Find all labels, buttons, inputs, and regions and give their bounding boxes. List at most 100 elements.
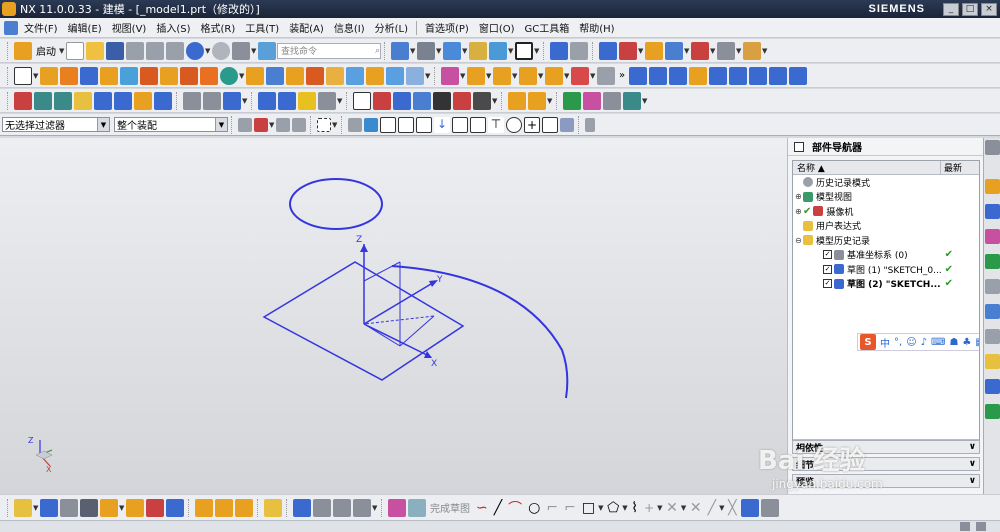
command-search-input[interactable]: 查找命令 ⌕ bbox=[277, 42, 381, 59]
line-icon[interactable]: ╱ bbox=[491, 499, 505, 517]
chamfer-icon[interactable] bbox=[266, 66, 284, 85]
sync-dropdown-icon[interactable]: ▼ bbox=[460, 67, 466, 85]
menu-toggle-icon[interactable] bbox=[4, 20, 18, 35]
draft-icon[interactable] bbox=[306, 66, 324, 85]
profile-icon[interactable]: ∽ bbox=[473, 499, 491, 517]
attribute-icon[interactable] bbox=[298, 91, 316, 110]
fit-view-icon[interactable] bbox=[391, 41, 409, 60]
delete-face-icon[interactable] bbox=[493, 66, 511, 85]
mirror-assembly-icon[interactable] bbox=[126, 498, 144, 517]
finish-sketch-button[interactable]: 完成草图 bbox=[427, 499, 473, 517]
groove-feature-icon[interactable] bbox=[140, 66, 158, 85]
tree-row-cameras[interactable]: ⊕ ✔ 摄像机 bbox=[793, 204, 979, 219]
toolbar-grip[interactable] bbox=[7, 66, 10, 85]
trim-sheet-icon[interactable] bbox=[729, 66, 748, 85]
orient-view-icon[interactable] bbox=[489, 41, 507, 60]
snap-bounded-icon[interactable] bbox=[560, 117, 574, 132]
make-corner-icon[interactable] bbox=[740, 498, 759, 517]
shell-icon[interactable] bbox=[286, 66, 304, 85]
maximize-button[interactable]: □ bbox=[962, 2, 978, 16]
toolbar-grip[interactable] bbox=[341, 115, 344, 134]
through-curves-icon[interactable] bbox=[649, 66, 668, 85]
fit-symbol-icon[interactable] bbox=[473, 91, 491, 110]
toolbar-grip[interactable] bbox=[384, 41, 387, 60]
hd3d-tools-icon[interactable] bbox=[985, 279, 1000, 294]
fit-symbol-dropdown-icon[interactable]: ▼ bbox=[492, 92, 498, 110]
hide-icon[interactable] bbox=[74, 91, 92, 110]
fit-dropdown-icon[interactable]: ▼ bbox=[410, 42, 416, 60]
rotate-dropdown-icon[interactable]: ▼ bbox=[436, 42, 442, 60]
tree-row-sketch-2[interactable]: ✓ 草图 (2) "SKETCH... ✔ bbox=[793, 277, 979, 292]
move-object-icon[interactable] bbox=[691, 41, 709, 60]
rectangle-select-icon[interactable] bbox=[317, 117, 331, 132]
show-hide-icon[interactable] bbox=[114, 91, 132, 110]
measure-length-icon[interactable] bbox=[223, 91, 241, 110]
tree-row-user-expressions[interactable]: 用户表达式 bbox=[793, 219, 979, 234]
minimize-button[interactable]: _ bbox=[943, 2, 959, 16]
orient-dropdown-icon[interactable]: ▼ bbox=[508, 42, 514, 60]
wave-link-icon[interactable] bbox=[235, 498, 253, 517]
ergonomics-icon[interactable] bbox=[623, 91, 641, 110]
undo-icon[interactable] bbox=[186, 41, 204, 60]
block-icon[interactable] bbox=[406, 66, 424, 85]
hole-feature-icon[interactable] bbox=[80, 66, 98, 85]
snap-quadrant-icon[interactable]: ⊤ bbox=[488, 116, 504, 133]
selection-scope-select[interactable]: 整个装配 ▼ bbox=[114, 117, 228, 132]
general-select-icon[interactable] bbox=[238, 117, 252, 132]
wave-geometry-icon[interactable] bbox=[14, 91, 32, 110]
expand-icon[interactable]: ⊕ bbox=[795, 207, 803, 216]
x-axis[interactable] bbox=[363, 323, 432, 358]
resize-blend-icon[interactable] bbox=[545, 66, 563, 85]
menu-file[interactable]: 文件(F) bbox=[19, 20, 63, 35]
combine-icon[interactable] bbox=[200, 66, 218, 85]
reference-set-icon[interactable] bbox=[80, 498, 98, 517]
sew-icon[interactable] bbox=[769, 66, 788, 85]
punctuation-icon[interactable]: °, bbox=[894, 337, 902, 348]
triangle-pmi-icon[interactable] bbox=[353, 91, 371, 110]
layer-dropdown-icon[interactable]: ▼ bbox=[762, 42, 768, 60]
ime-language-label[interactable]: 中 bbox=[880, 335, 890, 350]
snap-center-icon[interactable] bbox=[506, 116, 522, 133]
constraints-icon[interactable] bbox=[760, 498, 779, 517]
menu-insert[interactable]: 插入(S) bbox=[151, 20, 195, 35]
block-dropdown-icon[interactable]: ▼ bbox=[425, 67, 431, 85]
revolve-feature-icon[interactable] bbox=[60, 66, 78, 85]
column-latest-header[interactable]: 最新 bbox=[941, 161, 962, 174]
toolbar-grip[interactable] bbox=[188, 498, 191, 517]
split-body-icon[interactable] bbox=[346, 66, 364, 85]
roles-icon[interactable] bbox=[985, 379, 1000, 394]
select-sheet-icon[interactable] bbox=[364, 117, 378, 132]
visibility-checkbox[interactable]: ✓ bbox=[823, 250, 832, 260]
select-feature-icon[interactable] bbox=[254, 117, 268, 132]
touch-mode-icon[interactable] bbox=[258, 41, 276, 60]
snap-arc-center-icon[interactable] bbox=[470, 116, 486, 133]
through-mesh-icon[interactable] bbox=[669, 66, 688, 85]
rectangle-dropdown-icon[interactable]: ▼ bbox=[332, 116, 338, 134]
new-file-icon[interactable] bbox=[66, 41, 84, 60]
toolbar-grip[interactable] bbox=[176, 91, 179, 110]
menu-edit[interactable]: 编辑(E) bbox=[63, 20, 107, 35]
exploded-view-icon[interactable] bbox=[215, 498, 233, 517]
tree-row-model-views[interactable]: ⊕ 模型视图 bbox=[793, 190, 979, 205]
toolbar-grip[interactable] bbox=[543, 41, 546, 60]
offset-dropdown-icon[interactable]: ▼ bbox=[590, 67, 596, 85]
toolbar-grip[interactable] bbox=[556, 91, 559, 110]
menu-help[interactable]: 帮助(H) bbox=[574, 20, 619, 35]
routing-icon[interactable] bbox=[333, 498, 351, 517]
check-mate-icon[interactable] bbox=[583, 91, 601, 110]
measure-length-dropdown-icon[interactable]: ▼ bbox=[242, 92, 248, 110]
sketch-rectangle-icon[interactable] bbox=[14, 66, 32, 85]
menu-info[interactable]: 信息(I) bbox=[329, 20, 370, 35]
replace-face-icon[interactable] bbox=[519, 66, 537, 85]
menu-format[interactable]: 格式(R) bbox=[196, 20, 241, 35]
sogou-ime-icon[interactable]: S bbox=[860, 334, 876, 350]
blank-icon[interactable] bbox=[134, 91, 152, 110]
sketch-arc[interactable] bbox=[391, 265, 569, 399]
menu-view[interactable]: 视图(V) bbox=[107, 20, 152, 35]
tree-row-history-mode[interactable]: 历史记录模式 bbox=[793, 175, 979, 190]
start-dropdown-icon[interactable]: ▼ bbox=[59, 42, 65, 60]
sketch-dropdown-icon[interactable]: ▼ bbox=[33, 67, 39, 85]
component-pattern-icon[interactable] bbox=[146, 498, 164, 517]
harness-dropdown-icon[interactable]: ▼ bbox=[372, 499, 378, 517]
rectangle-icon[interactable]: □ bbox=[579, 499, 598, 517]
